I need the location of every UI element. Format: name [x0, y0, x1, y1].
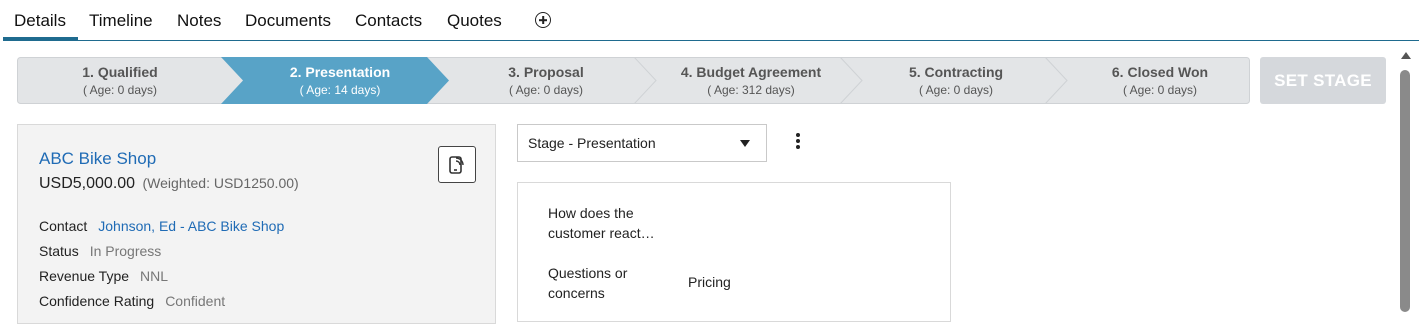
opportunity-name[interactable]: ABC Bike Shop — [39, 149, 156, 169]
question-label: Questions or concerns — [548, 265, 628, 301]
scroll-up-icon[interactable] — [1401, 52, 1411, 59]
stage-path: 1. Qualified ( Age: 0 days) 2. Presentat… — [17, 57, 1250, 104]
field-contact: Contact Johnson, Ed - ABC Bike Shop — [39, 218, 284, 234]
opportunity-card: ABC Bike Shop USD5,000.00 (Weighted: USD… — [17, 124, 496, 324]
stage-name: 6. Closed Won — [1111, 64, 1209, 80]
tab-contacts[interactable]: Contacts — [355, 11, 422, 31]
stage-proposal[interactable]: 3. Proposal ( Age: 0 days) — [443, 57, 649, 104]
stage-questions-panel: How does the customer react… Questions o… — [517, 182, 951, 322]
scrollbar-thumb[interactable] — [1400, 70, 1410, 312]
field-status: Status In Progress — [39, 243, 161, 259]
field-value: Confident — [165, 293, 226, 309]
mobile-phone-icon — [449, 156, 464, 174]
contact-link[interactable]: Johnson, Ed - ABC Bike Shop — [98, 218, 284, 234]
field-confidence-rating: Confidence Rating Confident — [39, 293, 225, 309]
weighted-amount: (Weighted: USD1250.00) — [142, 175, 299, 191]
stage-name: 1. Qualified — [82, 64, 158, 80]
answer-value: Pricing — [688, 274, 731, 290]
question-label: How does the customer react… — [548, 205, 655, 241]
tab-documents[interactable]: Documents — [245, 11, 331, 31]
stage-age: ( Age: 0 days) — [918, 83, 994, 97]
stage-age: ( Age: 0 days) — [1122, 83, 1198, 97]
stage-contracting[interactable]: 5. Contracting ( Age: 0 days) — [853, 57, 1059, 104]
stage-closed-won[interactable]: 6. Closed Won ( Age: 0 days) — [1057, 57, 1263, 104]
opportunity-amount: USD5,000.00 — [39, 175, 136, 192]
set-stage-button[interactable]: SET STAGE — [1260, 57, 1386, 104]
field-label: Confidence Rating — [39, 293, 155, 309]
more-options-icon[interactable] — [792, 131, 804, 151]
stage-age: ( Age: 0 days) — [82, 83, 158, 97]
stage-select-value: Stage - Presentation — [528, 135, 656, 151]
tab-notes[interactable]: Notes — [177, 11, 221, 31]
stage-age: ( Age: 312 days) — [707, 83, 795, 97]
tab-timeline[interactable]: Timeline — [89, 11, 153, 31]
vertical-scrollbar[interactable] — [1398, 50, 1414, 315]
stage-qualified[interactable]: 1. Qualified ( Age: 0 days) — [17, 57, 223, 104]
tab-bar: Details Timeline Notes Documents Contact… — [0, 0, 1419, 42]
field-value: NNL — [140, 268, 169, 284]
stage-name: 3. Proposal — [508, 64, 584, 80]
stage-budget-agreement[interactable]: 4. Budget Agreement ( Age: 312 days) — [648, 57, 854, 104]
stage-name: 5. Contracting — [908, 64, 1004, 80]
field-value: In Progress — [89, 243, 162, 259]
field-label: Contact — [39, 218, 88, 234]
chevron-down-icon — [740, 140, 750, 147]
field-label: Status — [39, 243, 79, 259]
field-revenue-type: Revenue Type NNL — [39, 268, 168, 284]
stage-name: 2. Presentation — [289, 64, 391, 80]
stage-presentation[interactable]: 2. Presentation ( Age: 14 days) — [237, 57, 443, 104]
stage-name: 4. Budget Agreement — [680, 64, 822, 80]
amount-row: USD5,000.00 (Weighted: USD1250.00) — [39, 175, 299, 193]
add-tab-icon[interactable] — [535, 12, 551, 28]
stage-select[interactable]: Stage - Presentation — [517, 124, 767, 162]
tab-details[interactable]: Details — [14, 11, 66, 31]
tab-quotes[interactable]: Quotes — [447, 11, 502, 31]
tab-divider — [3, 40, 1419, 41]
field-label: Revenue Type — [39, 268, 130, 284]
stage-age: ( Age: 0 days) — [508, 83, 584, 97]
stage-age: ( Age: 14 days) — [299, 83, 381, 97]
mobile-call-button[interactable] — [438, 146, 476, 183]
